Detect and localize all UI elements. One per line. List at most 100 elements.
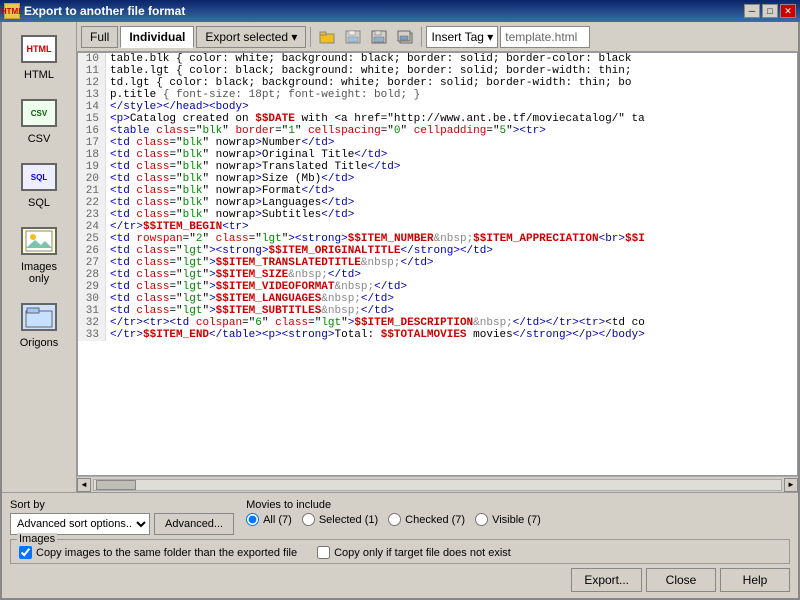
sidebar-item-origons[interactable]: Origons [7,294,72,354]
origons-icon [19,299,59,335]
copy-only-label: Copy only if target file does not exist [334,547,511,559]
toolbar-separator-1 [310,27,311,47]
line-content: </style></head><body> [106,101,797,113]
code-line: 20<td class="blk" nowrap>Size (Mb)</td> [78,173,797,185]
line-content: p.title { font-size: 18pt; font-weight: … [106,89,797,101]
copy-images-checkbox-label[interactable]: Copy images to the same folder than the … [19,546,297,559]
line-content: <p>Catalog created on $$DATE with <a hre… [106,113,797,125]
copy-only-checkbox-label[interactable]: Copy only if target file does not exist [317,546,511,559]
sidebar-label-csv: CSV [28,133,51,145]
toolbar: Full Individual Export selected ▾ Insert… [77,22,798,52]
sidebar-item-html[interactable]: HTML HTML [7,26,72,86]
code-line: 33</tr>$$ITEM_END</table><p><strong>Tota… [78,329,797,341]
images-icon [19,223,59,259]
minimize-button[interactable]: ─ [744,4,760,18]
line-content: <td class="blk" nowrap>Translated Title<… [106,161,797,173]
radio-checked[interactable]: Checked (7) [388,513,465,526]
code-line: 12 td.lgt { color: black; background: wh… [78,77,797,89]
movies-section: Movies to include All (7) Selected (1) C… [246,499,790,526]
title-bar-text: Export to another file format [24,4,185,18]
line-number: 22 [78,197,106,209]
export-button[interactable]: Export... [571,568,642,592]
line-content: <td class="lgt">$$ITEM_LANGUAGES&nbsp;</… [106,293,797,305]
sort-select[interactable]: Advanced sort options... [10,513,150,535]
line-content: <td class="blk" nowrap>Original Title</t… [106,149,797,161]
bottom-area: Sort by Advanced sort options... Advance… [2,492,798,598]
line-content: </tr><tr><td colspan="6" class="lgt">$$I… [106,317,797,329]
line-number: 15 [78,113,106,125]
copy-only-checkbox[interactable] [317,546,330,559]
code-line: 23<td class="blk" nowrap>Subtitles</td> [78,209,797,221]
line-number: 16 [78,125,106,137]
sort-label: Sort by [10,499,234,511]
csv-icon: CSV [19,95,59,131]
scroll-right-button[interactable]: ► [784,478,798,492]
tab-export-selected[interactable]: Export selected ▾ [196,26,306,48]
line-number: 33 [78,329,106,341]
title-bar: HTML Export to another file format ─ □ ✕ [0,0,800,22]
sidebar-label-html: HTML [24,69,54,81]
code-line: 25<td rowspan="2" class="lgt"><strong>$$… [78,233,797,245]
sidebar-item-sql[interactable]: SQL SQL [7,154,72,214]
code-line: 19<td class="blk" nowrap>Translated Titl… [78,161,797,173]
radio-all[interactable]: All (7) [246,513,292,526]
code-editor[interactable]: 10 table.blk { color: white; background:… [77,52,798,476]
code-line: 28<td class="lgt">$$ITEM_SIZE&nbsp;</td> [78,269,797,281]
movies-radio-group: All (7) Selected (1) Checked (7) Visible… [246,513,790,526]
template-file-field: template.html [500,26,590,48]
line-number: 27 [78,257,106,269]
sql-icon: SQL [19,159,59,195]
line-content: <td rowspan="2" class="lgt"><strong>$$IT… [106,233,797,245]
images-group: Images Copy images to the same folder th… [10,539,790,564]
advanced-button[interactable]: Advanced... [154,513,234,535]
code-line: 27<td class="lgt">$$ITEM_TRANSLATEDTITLE… [78,257,797,269]
code-line: 32</tr><tr><td colspan="6" class="lgt">$… [78,317,797,329]
line-number: 29 [78,281,106,293]
app-icon: HTML [4,3,20,19]
line-content: <td class="blk" nowrap>Languages</td> [106,197,797,209]
toolbar-separator-2 [421,27,422,47]
line-content: <td class="blk" nowrap>Size (Mb)</td> [106,173,797,185]
save-as-button[interactable] [341,26,365,48]
movies-label: Movies to include [246,499,790,511]
line-number: 17 [78,137,106,149]
line-number: 11 [78,65,106,77]
code-line: 21<td class="blk" nowrap>Format</td> [78,185,797,197]
code-line: 10 table.blk { color: white; background:… [78,53,797,65]
scrollbar-track[interactable] [93,479,782,491]
sidebar-item-images[interactable]: Images only [7,218,72,290]
insert-tag-button[interactable]: Insert Tag ▾ [426,26,498,48]
line-content: <td class="blk" nowrap>Subtitles</td> [106,209,797,221]
maximize-button[interactable]: □ [762,4,778,18]
checkbox-row: Copy images to the same folder than the … [19,546,781,559]
tab-full[interactable]: Full [81,26,118,48]
content-area: Full Individual Export selected ▾ Insert… [77,22,798,492]
line-number: 12 [78,77,106,89]
sidebar-item-csv[interactable]: CSV CSV [7,90,72,150]
radio-visible[interactable]: Visible (7) [475,513,541,526]
line-content: table.lgt { color: black; background: wh… [106,65,797,77]
copy-images-checkbox[interactable] [19,546,32,559]
open-file-button[interactable] [315,26,339,48]
line-content: </tr>$$ITEM_END</table><p><strong>Total:… [106,329,797,341]
line-content: <td class="blk" nowrap>Format</td> [106,185,797,197]
close-dialog-button[interactable]: Close [646,568,716,592]
scroll-left-button[interactable]: ◄ [77,478,91,492]
close-button[interactable]: ✕ [780,4,796,18]
line-number: 14 [78,101,106,113]
line-number: 28 [78,269,106,281]
line-number: 21 [78,185,106,197]
code-line: 16<table class="blk" border="1" cellspac… [78,125,797,137]
line-content: <td class="lgt">$$ITEM_TRANSLATEDTITLE&n… [106,257,797,269]
radio-selected[interactable]: Selected (1) [302,513,378,526]
code-line: 13 p.title { font-size: 18pt; font-weigh… [78,89,797,101]
action-buttons: Export... Close Help [10,568,790,592]
save-all-button[interactable] [393,26,417,48]
tab-individual[interactable]: Individual [120,26,194,48]
main-area: HTML HTML CSV CSV SQL SQL [2,22,798,492]
line-content: table.blk { color: white; background: bl… [106,53,797,65]
save-button[interactable] [367,26,391,48]
scrollbar-thumb[interactable] [96,480,136,490]
horizontal-scrollbar[interactable]: ◄ ► [77,476,798,492]
help-button[interactable]: Help [720,568,790,592]
